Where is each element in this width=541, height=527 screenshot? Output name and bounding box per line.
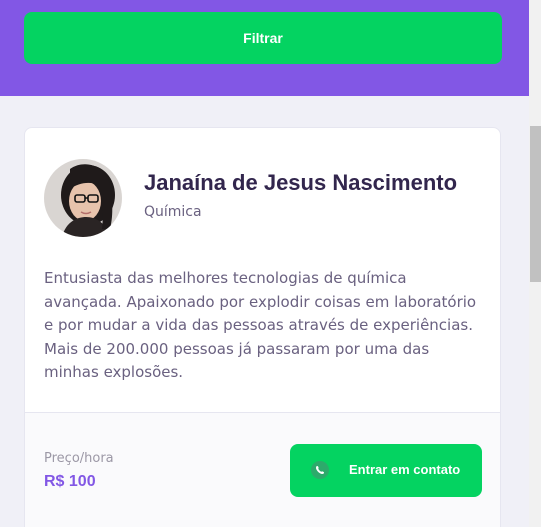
price-label: Preço/hora xyxy=(44,451,114,466)
price-value: R$ 100 xyxy=(44,473,96,490)
teacher-bio: Entusiasta das melhores tecnologias de q… xyxy=(44,269,477,381)
avatar-image xyxy=(44,159,122,237)
teacher-card: Janaína de Jesus Nascimento Química Entu… xyxy=(24,127,501,527)
contact-button-label: Entrar em contato xyxy=(349,462,461,477)
scrollbar-thumb[interactable] xyxy=(530,126,541,282)
teacher-subject: Química xyxy=(144,204,202,220)
teacher-avatar xyxy=(44,159,122,237)
page-header: Filtrar xyxy=(0,0,529,96)
teacher-name: Janaína de Jesus Nascimento xyxy=(144,170,458,195)
whatsapp-icon xyxy=(311,461,329,479)
filter-button[interactable]: Filtrar xyxy=(24,12,502,64)
contact-button[interactable]: Entrar em contato xyxy=(290,444,482,497)
card-footer: Preço/hora R$ 100 Entrar em contato xyxy=(25,412,500,527)
